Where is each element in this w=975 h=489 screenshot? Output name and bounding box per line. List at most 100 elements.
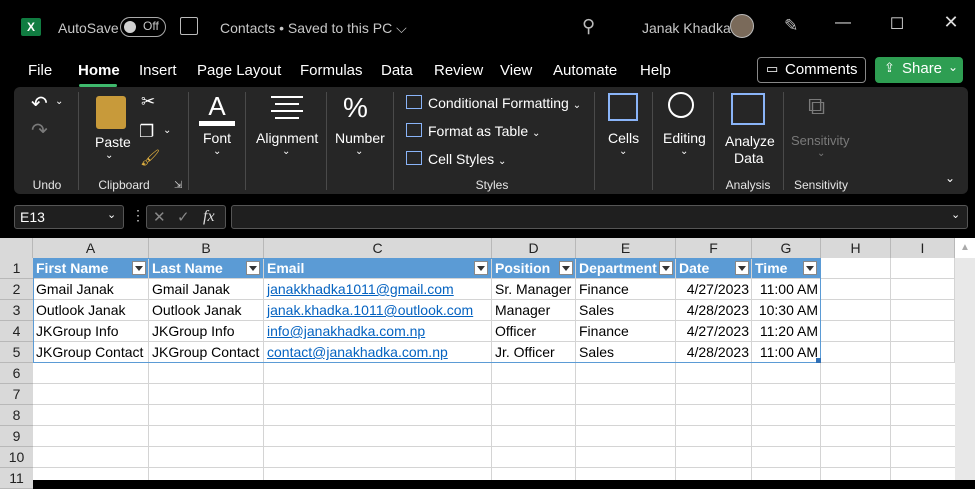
cancel-icon[interactable]: ✕ xyxy=(153,208,166,226)
column-header-i[interactable]: I xyxy=(891,238,955,258)
email-link[interactable]: info@janakhadka.com.np xyxy=(264,321,492,342)
tab-insert[interactable]: Insert xyxy=(139,62,177,79)
filter-dropdown-icon[interactable] xyxy=(803,261,817,275)
format-painter-icon[interactable]: 🖌 xyxy=(140,148,160,168)
row-header[interactable]: 6 xyxy=(0,363,33,384)
comments-button[interactable]: ▭ Comments xyxy=(757,57,866,83)
editing-label[interactable]: Editing xyxy=(663,130,706,146)
enter-icon[interactable]: ✓ xyxy=(177,208,190,226)
chevron-down-icon[interactable]: ⌄ xyxy=(163,125,171,136)
select-all-corner[interactable] xyxy=(0,238,33,258)
cell-styles-icon[interactable] xyxy=(406,151,422,165)
cut-icon[interactable]: ✂ xyxy=(141,92,155,112)
format-as-table-button[interactable]: Format as Table ⌄ xyxy=(428,123,540,139)
dialog-launcher-icon[interactable]: ⇲ xyxy=(174,180,182,191)
table-cell[interactable]: Officer xyxy=(492,321,576,342)
table-cell[interactable]: JKGroup Info xyxy=(33,321,149,342)
tab-data[interactable]: Data xyxy=(381,62,413,79)
avatar[interactable] xyxy=(730,14,754,38)
row-header[interactable]: 1 xyxy=(0,258,33,279)
row-header[interactable]: 9 xyxy=(0,426,33,447)
filter-dropdown-icon[interactable] xyxy=(659,261,673,275)
table-header-cell[interactable]: Time xyxy=(752,258,821,279)
table-cell[interactable]: JKGroup Info xyxy=(149,321,264,342)
table-cell[interactable]: Outlook Janak xyxy=(33,300,149,321)
percent-icon[interactable]: % xyxy=(343,92,368,124)
column-header-g[interactable]: G xyxy=(752,238,821,258)
search-icon[interactable] xyxy=(668,92,694,118)
table-cell[interactable]: 10:30 AM xyxy=(752,300,821,321)
user-name[interactable]: Janak Khadka xyxy=(642,20,731,36)
table-cell[interactable]: JKGroup Contact xyxy=(149,342,264,363)
table-cell[interactable]: 11:20 AM xyxy=(752,321,821,342)
autosave-toggle[interactable]: Off xyxy=(120,17,166,37)
table-cell[interactable]: Sales xyxy=(576,300,676,321)
conditional-formatting-icon[interactable] xyxy=(406,95,422,109)
email-link[interactable]: contact@janakhadka.com.np xyxy=(264,342,492,363)
table-header-cell[interactable]: Email xyxy=(264,258,492,279)
tab-home[interactable]: Home xyxy=(78,62,120,79)
chevron-down-icon[interactable]: ⌄ xyxy=(355,146,363,157)
tab-file[interactable]: File xyxy=(28,62,52,79)
column-header-f[interactable]: F xyxy=(676,238,752,258)
column-header-c[interactable]: C xyxy=(264,238,492,258)
save-icon[interactable] xyxy=(180,17,198,35)
insert-function-icon[interactable]: fx xyxy=(203,208,215,226)
column-header-h[interactable]: H xyxy=(821,238,891,258)
share-button[interactable]: ⇪ Share ⌄ xyxy=(875,57,963,83)
chevron-down-icon[interactable]: ⌄ xyxy=(282,146,290,157)
font-icon[interactable]: A xyxy=(199,92,235,120)
tab-help[interactable]: Help xyxy=(640,62,671,79)
tab-page-layout[interactable]: Page Layout xyxy=(197,62,281,79)
chevron-down-icon[interactable]: ⌄ xyxy=(105,150,113,161)
chevron-down-icon[interactable]: ⌄ xyxy=(951,208,960,221)
cells-icon[interactable] xyxy=(608,93,638,121)
column-header-a[interactable]: A xyxy=(33,238,149,258)
table-cell[interactable]: 11:00 AM xyxy=(752,279,821,300)
cells-label[interactable]: Cells xyxy=(608,130,639,146)
number-label[interactable]: Number xyxy=(335,130,385,146)
undo-icon[interactable]: ↶ xyxy=(31,91,48,116)
row-header[interactable]: 2 xyxy=(0,279,33,300)
paste-icon[interactable] xyxy=(96,96,126,129)
maximize-icon[interactable]: ☐ xyxy=(877,14,917,34)
format-as-table-icon[interactable] xyxy=(406,123,422,137)
row-header[interactable]: 3 xyxy=(0,300,33,321)
column-header-b[interactable]: B xyxy=(149,238,264,258)
table-cell[interactable]: Sales xyxy=(576,342,676,363)
table-cell[interactable]: 11:00 AM xyxy=(752,342,821,363)
table-cell[interactable]: 4/27/2023 xyxy=(676,321,752,342)
chevron-down-icon[interactable]: ⌄ xyxy=(213,146,221,157)
table-cell[interactable]: Sr. Manager xyxy=(492,279,576,300)
alignment-label[interactable]: Alignment xyxy=(256,130,318,146)
name-box[interactable]: E13 ⌄ xyxy=(14,205,124,229)
chevron-down-icon[interactable]: ⌄ xyxy=(55,96,63,107)
pen-icon[interactable]: ✎ xyxy=(784,16,798,36)
table-cell[interactable]: 4/28/2023 xyxy=(676,300,752,321)
email-link[interactable]: janak.khadka.1011@outlook.com xyxy=(264,300,492,321)
alignment-icon[interactable] xyxy=(271,96,303,119)
email-link[interactable]: janakkhadka1011@gmail.com xyxy=(264,279,492,300)
document-title[interactable]: Contacts • Saved to this PC ⌵ xyxy=(220,20,407,37)
formula-input[interactable]: ⌄ xyxy=(231,205,968,229)
filter-dropdown-icon[interactable] xyxy=(559,261,573,275)
row-header[interactable]: 7 xyxy=(0,384,33,405)
chevron-down-icon[interactable]: ⌄ xyxy=(680,146,688,157)
table-cell[interactable]: 4/28/2023 xyxy=(676,342,752,363)
tab-review[interactable]: Review xyxy=(434,62,483,79)
minimize-icon[interactable]: — xyxy=(823,14,863,32)
table-cell[interactable]: Jr. Officer xyxy=(492,342,576,363)
table-header-cell[interactable]: Department xyxy=(576,258,676,279)
scroll-up-icon[interactable]: ▲ xyxy=(960,242,970,253)
chevron-down-icon[interactable]: ⌄ xyxy=(619,146,627,157)
column-header-d[interactable]: D xyxy=(492,238,576,258)
table-header-cell[interactable]: First Name xyxy=(33,258,149,279)
tab-formulas[interactable]: Formulas xyxy=(300,62,363,79)
table-cell[interactable]: Gmail Janak xyxy=(149,279,264,300)
more-options-icon[interactable]: ⋮ xyxy=(131,207,145,224)
table-cell[interactable]: Finance xyxy=(576,321,676,342)
cell-styles-button[interactable]: Cell Styles ⌄ xyxy=(428,151,506,167)
table-cell[interactable]: Finance xyxy=(576,279,676,300)
tab-automate[interactable]: Automate xyxy=(553,62,617,79)
row-header[interactable]: 8 xyxy=(0,405,33,426)
